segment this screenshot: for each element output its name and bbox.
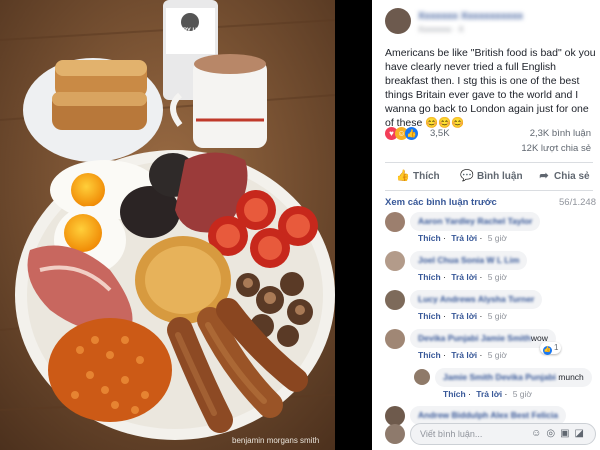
- commenter-avatar[interactable]: [414, 369, 430, 385]
- commenter-names[interactable]: Aaron Yardley Rachel Taylor: [418, 216, 532, 226]
- comment-like-link[interactable]: Thích: [418, 350, 441, 360]
- share-label: Chia sẻ: [554, 171, 590, 182]
- like-label: Thích: [413, 171, 440, 182]
- comment-text: munch: [555, 372, 584, 382]
- comment-bubble: Joel Chua Sonia W L Lim: [410, 251, 528, 270]
- comment-reply-link[interactable]: Trả lời: [451, 311, 477, 321]
- comment-composer: Viết bình luận... ☺◎▣◪: [385, 423, 597, 445]
- speech-bubble-icon: 💬: [460, 170, 474, 182]
- comment-input-placeholder: Viết bình luận...: [420, 429, 483, 439]
- comment-reply-link[interactable]: Trả lời: [451, 272, 477, 282]
- comment-bubble: Lucy Andrews Alysha Turner: [410, 290, 543, 309]
- commenter-names[interactable]: Jamie Smith Devika Punjabi: [443, 372, 556, 382]
- comments-count[interactable]: 2,3K bình luận: [530, 128, 591, 139]
- comment-actions: Thích · Trả lời · 5 giờ: [418, 311, 507, 321]
- comment-actions: Thích · Trả lời · 5 giờ: [418, 272, 507, 282]
- view-previous-comments-link[interactable]: Xem các bình luận trước: [385, 197, 497, 208]
- sticker-icon[interactable]: ◪: [575, 428, 589, 439]
- comments-page-count: 56/1.248: [559, 197, 596, 208]
- comment-bubble: Devika Punjabi Jamie Smithwow: [410, 329, 556, 348]
- comment-time[interactable]: 5 giờ: [488, 350, 507, 360]
- emoji-icon[interactable]: ☺: [531, 428, 546, 439]
- comment-actions: Thích · Trả lời · 5 giờ: [418, 350, 507, 360]
- commenter-names[interactable]: Devika Punjabi Jamie Smith: [418, 333, 531, 343]
- comment-time[interactable]: 5 giờ: [488, 272, 507, 282]
- comment-like-badge[interactable]: 👍 1: [540, 342, 562, 355]
- camera-icon[interactable]: ◎: [546, 428, 560, 439]
- comment-like-link[interactable]: Thích: [418, 311, 441, 321]
- comment-button[interactable]: 💬 Bình luận: [460, 167, 523, 185]
- comment-reply-link[interactable]: Trả lời: [451, 233, 477, 243]
- composer-tools: ☺◎▣◪: [531, 428, 589, 439]
- share-button[interactable]: ➦ Chia sẻ: [537, 167, 590, 185]
- comment-reply-link[interactable]: Trả lời: [476, 389, 502, 399]
- comment-time[interactable]: 5 giờ: [488, 311, 507, 321]
- commenter-avatar[interactable]: [385, 329, 405, 349]
- bottle-label: FRY UP POLICE: [178, 28, 202, 41]
- like-icon: 👍: [543, 346, 552, 355]
- comment-time[interactable]: 5 giờ: [488, 233, 507, 243]
- commenter-avatar[interactable]: [385, 212, 405, 232]
- commenter-names[interactable]: Lucy Andrews Alysha Turner: [418, 294, 534, 304]
- shares-count[interactable]: 12K lượt chia sẻ: [521, 143, 591, 154]
- commenter-names[interactable]: Joel Chua Sonia W L Lim: [418, 255, 519, 265]
- reactions-count[interactable]: 3,5K: [430, 128, 450, 139]
- thumbs-up-icon: 👍: [396, 170, 410, 182]
- facebook-photo-viewer: FRY UP POLICE benjamin morgans smith Xxx…: [0, 0, 600, 450]
- user-avatar: [385, 424, 405, 444]
- breakfast-photo[interactable]: FRY UP POLICE benjamin morgans smith: [0, 0, 335, 450]
- divider: [385, 162, 593, 163]
- comment-bubble: Aaron Yardley Rachel Taylor: [410, 212, 541, 231]
- photo-credit: benjamin morgans smith: [232, 436, 320, 445]
- comment-reply-link[interactable]: Trả lời: [451, 350, 477, 360]
- comment-like-link[interactable]: Thích: [418, 272, 441, 282]
- poster-name-blurred[interactable]: Xxxxxxx Xxxxxxxxxxx: [418, 11, 523, 22]
- post-text: Americans be like "British food is bad" …: [385, 47, 596, 129]
- post-header: Xxxxxxx Xxxxxxxxxxx Xxxxxxxx · X: [385, 8, 595, 36]
- comment-actions: Thích · Trả lời · 5 giờ: [418, 233, 507, 243]
- like-button[interactable]: 👍 Thích: [396, 167, 440, 185]
- like-reaction-icon: 👍: [405, 127, 418, 140]
- comment-like-count: 1: [554, 343, 559, 352]
- reactions-row: ♥ ☺ 👍 3,5K 2,3K bình luận 12K lượt chia …: [385, 126, 595, 154]
- comment-time[interactable]: 5 giờ: [513, 389, 532, 399]
- commenter-avatar[interactable]: [385, 251, 405, 271]
- comment-like-link[interactable]: Thích: [443, 389, 466, 399]
- comment-like-link[interactable]: Thích: [418, 233, 441, 243]
- comment-actions: Thích · Trả lời · 5 giờ: [443, 389, 532, 399]
- divider: [385, 190, 593, 191]
- share-arrow-icon: ➦: [539, 170, 549, 182]
- post-time-blurred[interactable]: Xxxxxxxx · X: [418, 25, 464, 34]
- poster-avatar[interactable]: [385, 8, 411, 34]
- commenter-avatar[interactable]: [385, 290, 405, 310]
- comment-input[interactable]: Viết bình luận... ☺◎▣◪: [410, 423, 596, 445]
- commenter-names[interactable]: Andrew Biddulph Alex Best Felicia: [418, 410, 558, 420]
- comment-label: Bình luận: [477, 171, 523, 182]
- gif-icon[interactable]: ▣: [560, 428, 574, 439]
- post-side-panel: Xxxxxxx Xxxxxxxxxxx Xxxxxxxx · X America…: [372, 0, 600, 450]
- comment-bubble: Jamie Smith Devika Punjabi munch: [435, 368, 592, 387]
